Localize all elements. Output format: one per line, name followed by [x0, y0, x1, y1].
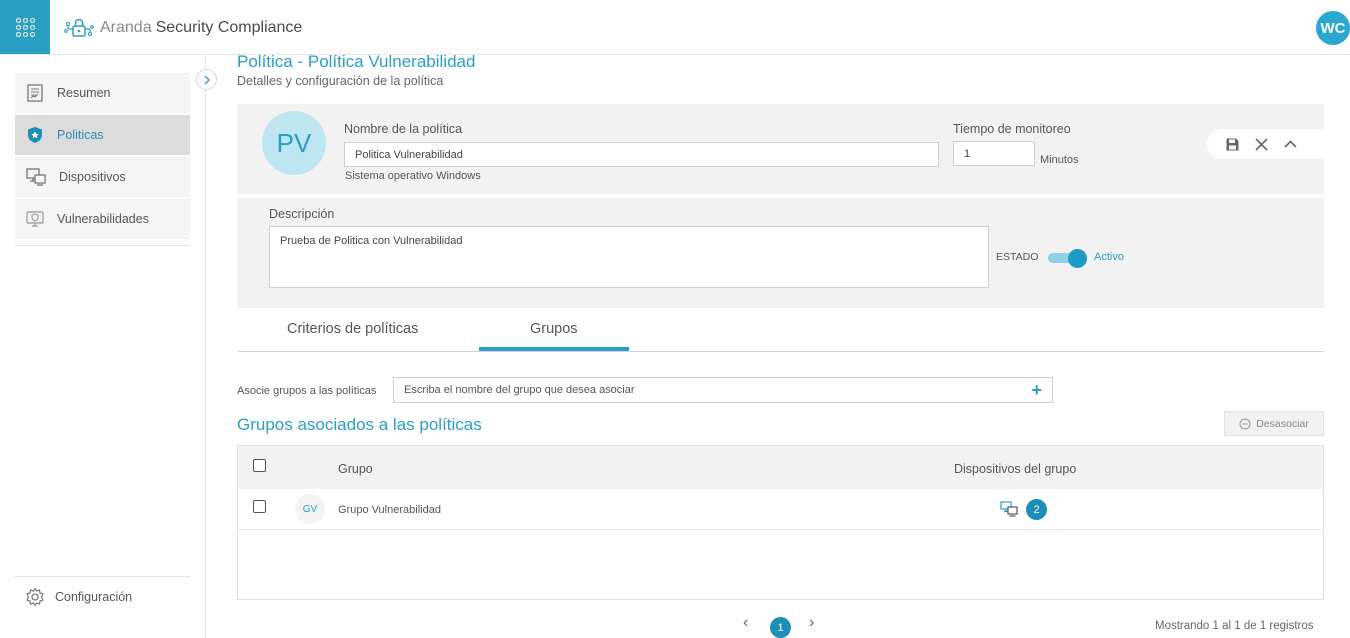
table-header: Grupo Dispositivos del grupo: [238, 446, 1323, 489]
column-grupo: Grupo: [338, 462, 373, 476]
column-dispositivos: Dispositivos del grupo: [954, 462, 1077, 476]
status-toggle[interactable]: [1048, 249, 1087, 268]
policy-name-label: Nombre de la política: [344, 122, 463, 136]
monitor-unit: Minutos: [1040, 154, 1079, 166]
associate-label: Asocie grupos a las políticas: [237, 385, 377, 397]
minus-circle-icon: [1239, 418, 1251, 429]
group-search-input[interactable]: Escriba el nombre del grupo que desea as…: [393, 377, 1053, 403]
app-grid-icon: [15, 17, 35, 37]
pagination-next[interactable]: ›: [809, 614, 814, 632]
lock-network-icon: [64, 18, 94, 37]
group-search-placeholder: Escriba el nombre del grupo que desea as…: [404, 384, 635, 396]
sidebar-item-label: Vulnerabilidades: [57, 212, 149, 226]
sidebar: Resumen Politicas Dispositivos Vulnerabi…: [0, 55, 206, 638]
devices-icon: [1000, 501, 1018, 517]
os-text: Sistema operativo Windows: [345, 170, 481, 182]
brand-name-aranda: Aranda: [100, 19, 152, 36]
policy-actions: [1207, 129, 1324, 159]
policy-avatar: PV: [262, 111, 326, 175]
brand-logo: Aranda Security Compliance: [64, 17, 302, 39]
pagination-prev[interactable]: ‹: [743, 614, 748, 632]
status-label: ESTADO: [996, 251, 1039, 263]
shield-star-icon: [28, 127, 42, 143]
config-label: Configuración: [55, 590, 133, 604]
group-name: Grupo Vulnerabilidad: [338, 504, 441, 516]
group-avatar: GV: [295, 494, 325, 524]
page-title: Política - Política Vulnerabilidad: [237, 52, 476, 71]
groups-section-title: Grupos asociados a las políticas: [237, 415, 482, 434]
disassociate-label: Desasociar: [1256, 417, 1309, 430]
sidebar-item-politicas[interactable]: Politicas: [15, 115, 190, 155]
select-all-checkbox[interactable]: [253, 459, 266, 472]
sidebar-divider: [15, 245, 190, 246]
config-link[interactable]: Configuración: [25, 587, 132, 607]
sidebar-item-dispositivos[interactable]: Dispositivos: [15, 157, 190, 197]
sidebar-item-label: Politicas: [57, 128, 104, 142]
groups-table: Grupo Dispositivos del grupo GV Grupo Vu…: [237, 445, 1324, 600]
description-textarea[interactable]: Prueba de Politica con Vulnerabilidad: [269, 226, 989, 288]
row-checkbox[interactable]: [253, 500, 266, 513]
table-row[interactable]: GV Grupo Vulnerabilidad 2: [238, 489, 1323, 530]
chevron-right-icon: [204, 75, 210, 84]
records-summary: Mostrando 1 al 1 de 1 registros: [1155, 620, 1314, 632]
brand-name-product: Security Compliance: [155, 19, 303, 36]
sidebar-item-label: Resumen: [57, 86, 111, 100]
description-card: Descripción Prueba de Politica con Vulne…: [237, 198, 1324, 308]
active-tab-indicator: [479, 347, 629, 351]
monitor-time-label: Tiempo de monitoreo: [953, 122, 1071, 136]
description-label: Descripción: [269, 207, 335, 221]
vulnerability-icon: [26, 211, 44, 227]
chevron-up-icon[interactable]: [1283, 137, 1298, 152]
monitor-time-input[interactable]: 1: [953, 141, 1035, 166]
tab-bar: Criterios de políticas Grupos: [237, 315, 1324, 352]
gear-icon: [26, 587, 44, 607]
status-value: Activo: [1094, 251, 1124, 263]
add-group-icon[interactable]: +: [1031, 380, 1042, 401]
pagination-current-page[interactable]: 1: [770, 617, 791, 638]
close-icon[interactable]: [1254, 137, 1269, 152]
devices-icon: [26, 168, 46, 186]
summary-icon: [27, 84, 43, 102]
tab-criterios[interactable]: Criterios de políticas: [287, 321, 418, 337]
save-icon[interactable]: [1225, 137, 1240, 152]
sidebar-item-label: Dispositivos: [59, 170, 126, 184]
sidebar-item-vulnerabilidades[interactable]: Vulnerabilidades: [15, 199, 190, 239]
sidebar-item-resumen[interactable]: Resumen: [15, 73, 190, 113]
app-root: Aranda Security Compliance WC Resumen Po…: [0, 0, 1350, 638]
sidebar-collapse-button[interactable]: [196, 69, 217, 90]
sidebar-divider: [15, 576, 190, 577]
policy-name-input[interactable]: Politica Vulnerabilidad: [344, 142, 939, 167]
app-menu-button[interactable]: [0, 0, 50, 54]
policy-header-card: PV Nombre de la política Politica Vulner…: [237, 104, 1324, 194]
page-subtitle: Detalles y configuración de la política: [237, 74, 444, 88]
disassociate-button[interactable]: Desasociar: [1224, 411, 1324, 436]
device-count-badge[interactable]: 2: [1026, 499, 1047, 520]
tab-grupos[interactable]: Grupos: [530, 321, 578, 337]
top-bar: Aranda Security Compliance WC: [0, 0, 1350, 55]
user-avatar[interactable]: WC: [1316, 11, 1350, 45]
